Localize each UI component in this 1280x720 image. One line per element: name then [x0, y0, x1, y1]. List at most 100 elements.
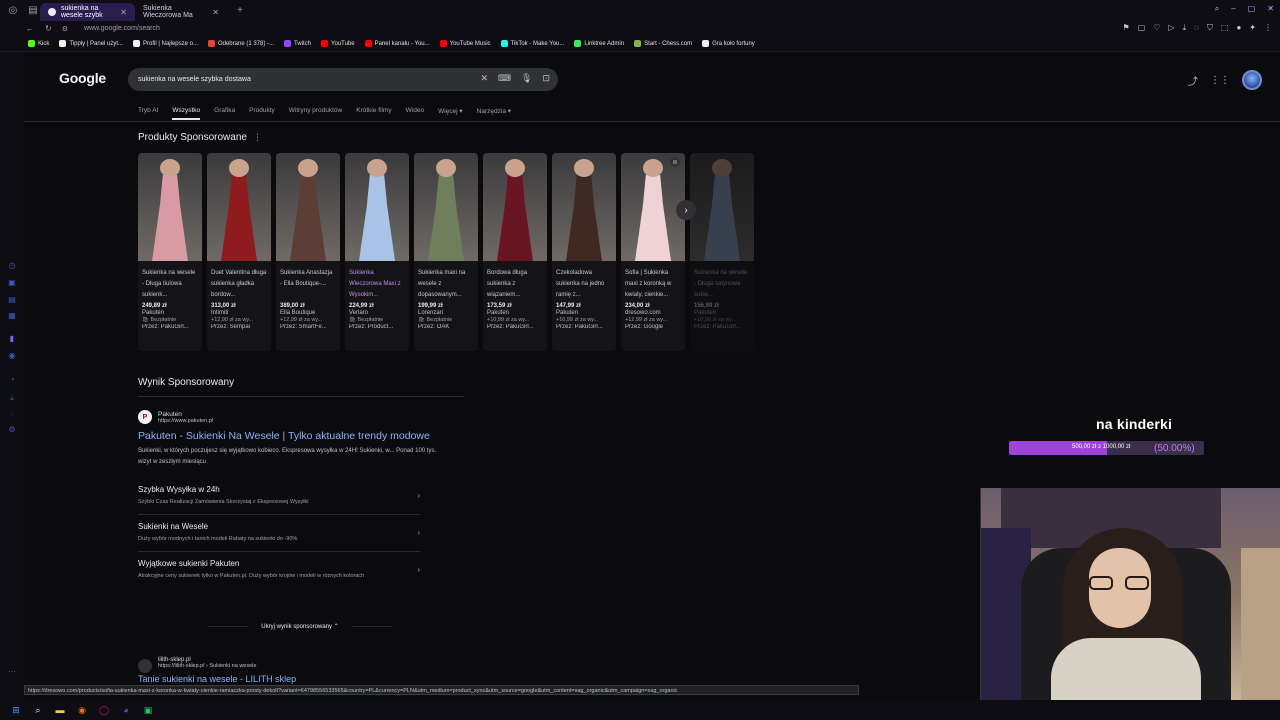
close-window-icon[interactable]: ✕: [1267, 4, 1274, 14]
sidebar-twitch-icon[interactable]: ▮: [8, 335, 16, 343]
bookmark-item[interactable]: Linktree Admin: [574, 40, 624, 47]
close-tab-icon[interactable]: ✕: [212, 8, 219, 17]
product-image[interactable]: [138, 153, 202, 261]
shield-icon[interactable]: ⛉: [1207, 23, 1213, 33]
bookmark-item[interactable]: Gra koło fortuny: [702, 40, 755, 47]
new-tab-icon[interactable]: +: [233, 4, 247, 18]
tab-actions-icon[interactable]: ▤: [26, 4, 40, 18]
search-tab[interactable]: Witryny produktów: [289, 107, 342, 115]
sidebar-download-icon[interactable]: ⤓: [8, 394, 16, 402]
tab-inactive[interactable]: Sukienka Wieczorowa Ma ✕: [135, 3, 227, 21]
download-icon[interactable]: ⤓: [1183, 23, 1187, 33]
ad-site-url[interactable]: https://www.pakuten.pl: [158, 418, 213, 424]
bookmark-heart-icon[interactable]: ♡: [1153, 23, 1160, 33]
extensions-icon[interactable]: ⬚: [1221, 23, 1229, 33]
product-image[interactable]: [345, 153, 409, 261]
product-image[interactable]: [207, 153, 271, 261]
share-icon[interactable]: ⤴: [1188, 73, 1198, 88]
search-tab[interactable]: Grafika: [214, 107, 235, 115]
search-tab[interactable]: Więcej ▾: [438, 107, 463, 115]
product-card[interactable]: Sukienka na wesele - Długa tiulowa sukie…: [138, 153, 202, 351]
minimize-icon[interactable]: –: [1231, 4, 1235, 14]
close-tab-icon[interactable]: ✕: [120, 8, 127, 17]
product-card[interactable]: Sukienka Wieczorowa Maxi z Wysokim... 224…: [345, 153, 409, 351]
product-name[interactable]: Sukienka Wieczorowa Maxi z Wysokim...: [349, 268, 405, 301]
more-options-icon[interactable]: ⋮: [253, 132, 262, 142]
firefox-icon[interactable]: ◉: [76, 704, 88, 716]
opera-icon[interactable]: ◯: [98, 704, 110, 716]
url-field[interactable]: www.google.com/search: [84, 25, 160, 32]
search-tab[interactable]: Tryb AI: [138, 107, 158, 115]
bookmark-item[interactable]: YouTube: [321, 40, 355, 47]
bookmark-item[interactable]: Profil | Najlepsze o...: [133, 40, 198, 47]
bookmark-item[interactable]: Panel kanału - You...: [364, 40, 430, 47]
search-tab[interactable]: Wideo: [406, 107, 424, 115]
sidebar-bookmarks-icon[interactable]: ▤: [8, 296, 16, 304]
bookmark-item[interactable]: Kick: [28, 40, 49, 47]
google-logo[interactable]: Google: [59, 70, 106, 86]
product-name[interactable]: Bordowa długa sukienka z wiązaniem...: [487, 268, 543, 301]
play-icon[interactable]: ▷: [1168, 23, 1174, 33]
product-name[interactable]: Sukienka Anastazja - Ella Boutique-...: [280, 268, 336, 301]
hide-sponsored-button[interactable]: Ukryj wynik sponsorowany ⌃: [208, 618, 392, 634]
product-name[interactable]: Sukienka na wesele - Długa satynowa suki…: [694, 268, 750, 301]
sidebar-settings-icon[interactable]: ⚙: [8, 426, 16, 434]
product-image[interactable]: [552, 153, 616, 261]
search-input[interactable]: sukienka na wesele szybka dostawa ✕ ⌨ 🎙 …: [128, 68, 558, 91]
tab-active[interactable]: sukienka na wesele szybk ✕: [40, 3, 135, 21]
bookmark-item[interactable]: Twitch: [284, 40, 311, 47]
product-name[interactable]: Sofia | Sukienka maxi z koronką w kwiaty…: [625, 268, 681, 301]
result-title-link[interactable]: Tanie sukienki na wesele - LILITH sklep: [138, 674, 296, 684]
ai-icon[interactable]: ✦: [1249, 23, 1256, 33]
search-tab[interactable]: Narzędzia ▾: [477, 107, 511, 115]
microphone-icon[interactable]: 🎙: [521, 73, 532, 84]
search-icon[interactable]: ⌕: [32, 704, 44, 716]
sidebar-reading-icon[interactable]: ▦: [8, 312, 16, 320]
more-icon[interactable]: ⋮: [1264, 23, 1272, 33]
result-site-url[interactable]: https://lilith-sklep.pl › Sukienki na we…: [158, 663, 296, 669]
product-image[interactable]: [690, 153, 754, 261]
search-tab[interactable]: Krótkie filmy: [356, 107, 391, 115]
chat-icon[interactable]: ◌: [1194, 23, 1199, 33]
product-card[interactable]: Duet Valentina długa sukienka gładka bor…: [207, 153, 271, 351]
product-image[interactable]: [276, 153, 340, 261]
product-card[interactable]: Sukienka maxi na wesele z dopasowanym...…: [414, 153, 478, 351]
pin-icon[interactable]: ⚑: [1123, 23, 1130, 33]
maximize-icon[interactable]: ▢: [1248, 4, 1256, 14]
back-icon[interactable]: ←: [26, 24, 34, 33]
product-card[interactable]: Sukienka Anastazja - Ella Boutique-... 38…: [276, 153, 340, 351]
reload-icon[interactable]: ↻: [45, 24, 52, 33]
sitelink-fast-shipping[interactable]: Szybka Wysyłka w 24h Szybki Czas Realiza…: [138, 485, 420, 515]
product-name[interactable]: Duet Valentina długa sukienka gładka bor…: [211, 268, 267, 301]
clear-search-icon[interactable]: ✕: [480, 73, 488, 84]
product-name[interactable]: Sukienka maxi na wesele z dopasowanym...: [418, 268, 474, 301]
keyboard-icon[interactable]: ⌨: [498, 73, 511, 84]
browser-menu-icon[interactable]: ◎: [6, 4, 20, 18]
bookmark-item[interactable]: Odebrane (1 378) -...: [207, 40, 274, 47]
sidebar-clock-icon[interactable]: ◔: [8, 376, 16, 384]
product-card[interactable]: Bordowa długa sukienka z wiązaniem... 173…: [483, 153, 547, 351]
bookmark-item[interactable]: TikTok - Make You...: [500, 40, 564, 47]
search-tab[interactable]: Wszystko: [172, 107, 200, 120]
bookmark-item[interactable]: YouTube Music: [439, 40, 491, 47]
file-explorer-icon[interactable]: ▬: [54, 704, 66, 716]
product-image[interactable]: [483, 153, 547, 261]
site-info-icon[interactable]: ⚙: [62, 25, 68, 33]
lens-camera-icon[interactable]: ⊡: [542, 73, 550, 84]
carousel-next-button[interactable]: ›: [676, 200, 696, 220]
sitelink-unique-dresses[interactable]: Wyjątkowe sukienki Pakuten Atrakcyjne ce…: [138, 559, 420, 597]
avatar[interactable]: [1242, 70, 1262, 90]
bookmark-item[interactable]: Tipply | Panel użyt...: [59, 40, 123, 47]
product-card[interactable]: Sukienka na wesele - Długa satynowa suki…: [690, 153, 754, 351]
ad-site-name[interactable]: Pakuten: [158, 411, 213, 418]
app-icon[interactable]: ▣: [142, 704, 154, 716]
product-card[interactable]: Sofia | Sukienka maxi z koronką w kwiaty…: [621, 153, 685, 351]
sidebar-notes-icon[interactable]: ▣: [8, 279, 16, 287]
apps-grid-icon[interactable]: ⋮⋮: [1210, 75, 1230, 86]
ad-title-link[interactable]: Pakuten - Sukienki Na Wesele | Tylko akt…: [138, 430, 458, 442]
sitelink-wedding-dresses[interactable]: Sukienki na Wesele Duży wybór modnych i …: [138, 522, 420, 552]
product-image[interactable]: [414, 153, 478, 261]
discord-icon[interactable]: ◕: [120, 704, 132, 716]
profile-icon[interactable]: ●: [1236, 23, 1241, 33]
product-card[interactable]: Czekoladowa sukienka na jedno ramię z...…: [552, 153, 616, 351]
